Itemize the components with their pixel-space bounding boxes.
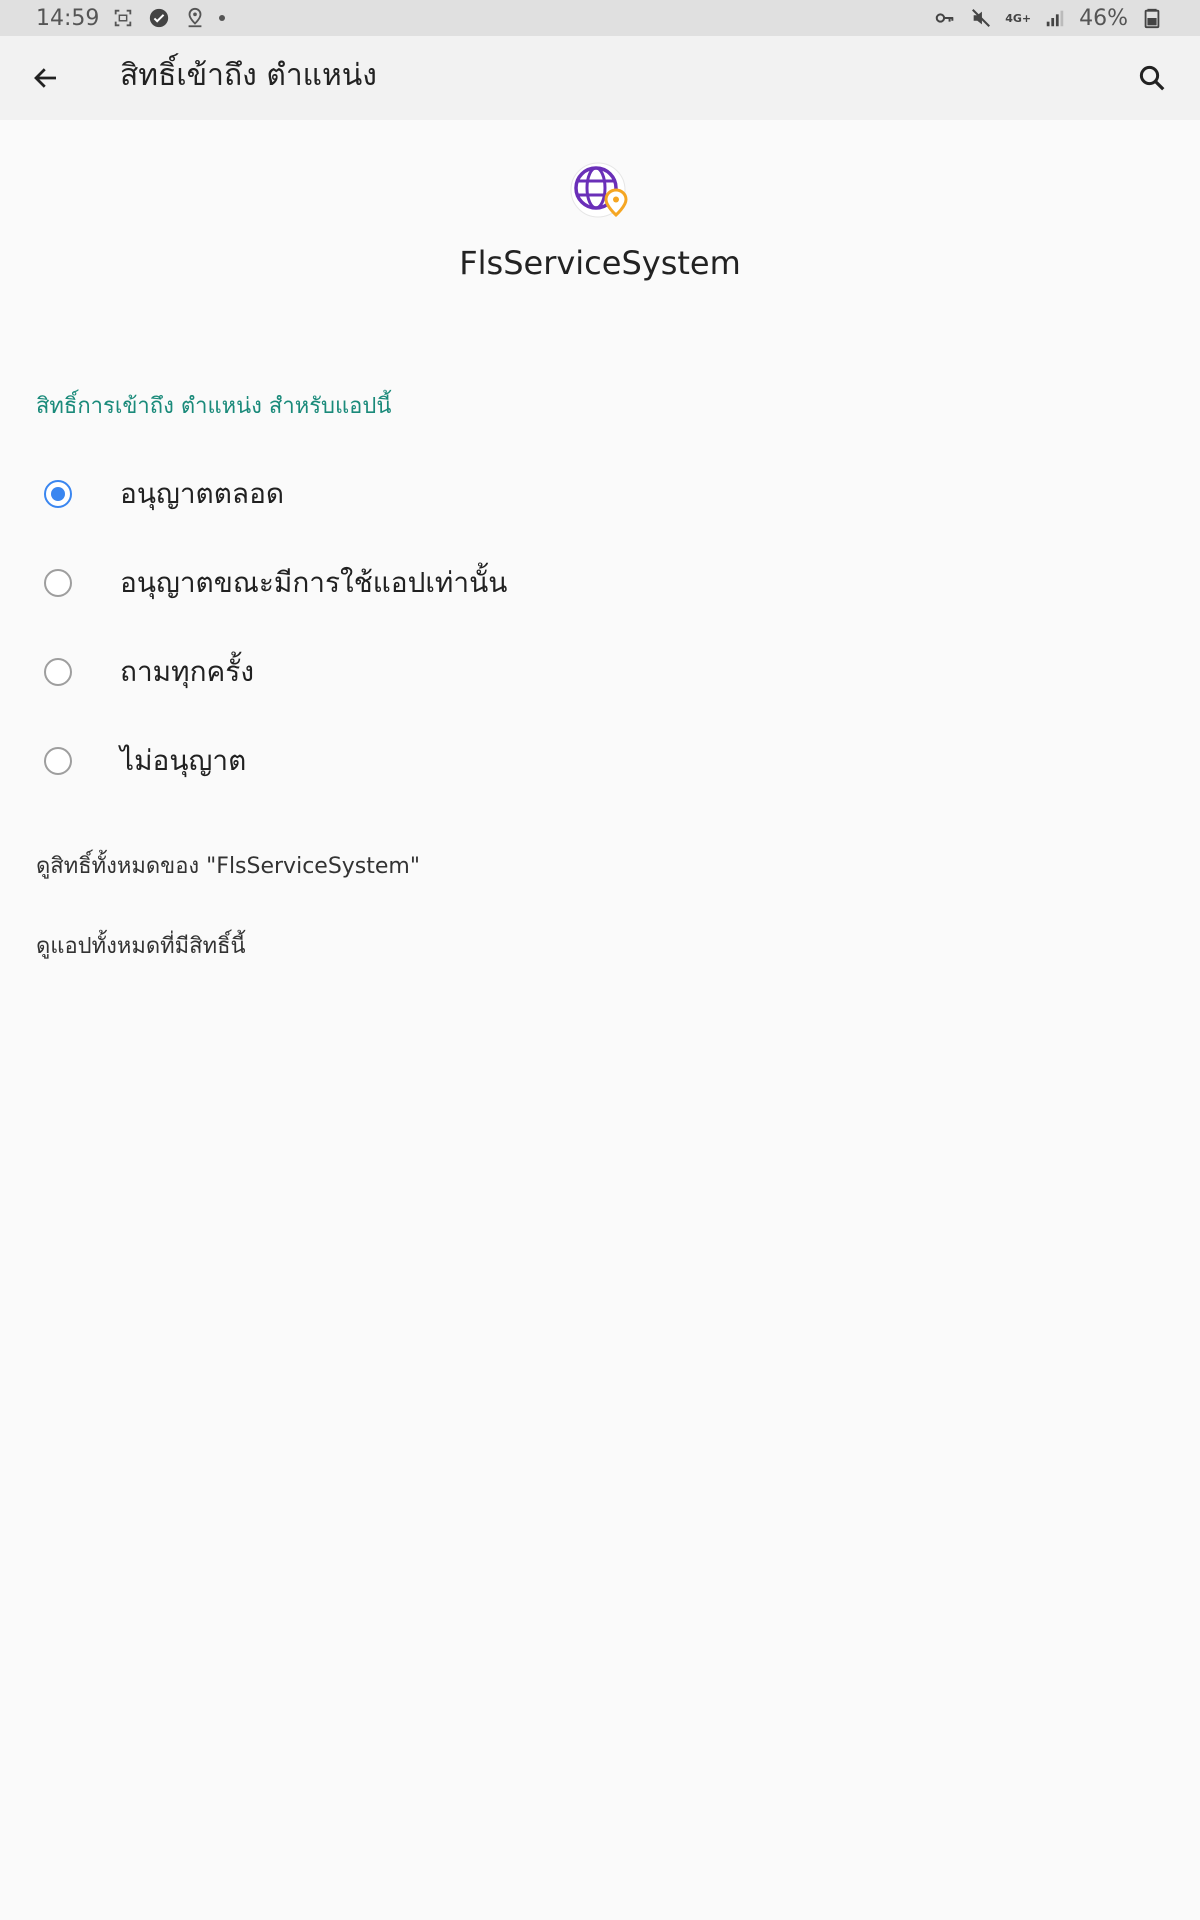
- app-header: FlsServiceSystem: [0, 160, 1200, 284]
- section-label: สิทธิ์การเข้าถึง ตำแหน่ง สำหรับแอปนี้: [36, 394, 392, 419]
- option-allow-while-using[interactable]: อนุญาตขณะมีการใช้แอปเท่านั้น: [0, 543, 1200, 623]
- network-4g-icon: 4G+: [1005, 11, 1032, 25]
- radio-button[interactable]: [44, 747, 72, 775]
- view-all-apps-link[interactable]: ดูแอปทั้งหมดที่มีสิทธิ์นี้: [36, 932, 246, 962]
- app-name: FlsServiceSystem: [459, 244, 741, 282]
- radio-button[interactable]: [44, 658, 72, 686]
- vpn-key-icon: [933, 6, 957, 30]
- status-time: 14:59: [36, 5, 100, 31]
- arrow-left-icon: [34, 68, 56, 88]
- page-title: สิทธิ์เข้าถึง ตำแหน่ง: [120, 58, 377, 93]
- option-deny[interactable]: ไม่อนุญาต: [0, 721, 1200, 801]
- option-label: ถามทุกครั้ง: [120, 655, 254, 688]
- signal-icon: [1043, 6, 1067, 30]
- radio-button[interactable]: [44, 569, 72, 597]
- option-allow-always[interactable]: อนุญาตตลอด: [0, 454, 1200, 534]
- radio-button-selected[interactable]: [44, 480, 72, 508]
- battery-percentage: 46%: [1079, 5, 1128, 31]
- mute-icon: [969, 6, 993, 30]
- option-label: ไม่อนุญาต: [120, 744, 247, 777]
- search-icon: [1139, 65, 1165, 91]
- location-pin-icon: [183, 6, 207, 30]
- option-label: อนุญาตขณะมีการใช้แอปเท่านั้น: [120, 566, 508, 599]
- view-all-permissions-link[interactable]: ดูสิทธิ์ทั้งหมดของ "FlsServiceSystem": [36, 852, 420, 882]
- screenshot-icon: [111, 6, 135, 30]
- check-circle-icon: [147, 6, 171, 30]
- back-button[interactable]: [20, 52, 72, 104]
- status-bar: 14:59 4G+ 46%: [0, 0, 1200, 36]
- globe-location-icon: [570, 162, 628, 218]
- option-label: อนุญาตตลอด: [120, 477, 285, 510]
- notification-dot: [219, 15, 226, 21]
- status-bar-left: 14:59: [36, 5, 226, 31]
- option-ask-every-time[interactable]: ถามทุกครั้ง: [0, 632, 1200, 712]
- battery-icon: [1140, 6, 1164, 30]
- app-bar: สิทธิ์เข้าถึง ตำแหน่ง: [0, 36, 1200, 120]
- status-bar-right: 4G+ 46%: [933, 6, 1164, 31]
- search-button[interactable]: [1126, 52, 1178, 104]
